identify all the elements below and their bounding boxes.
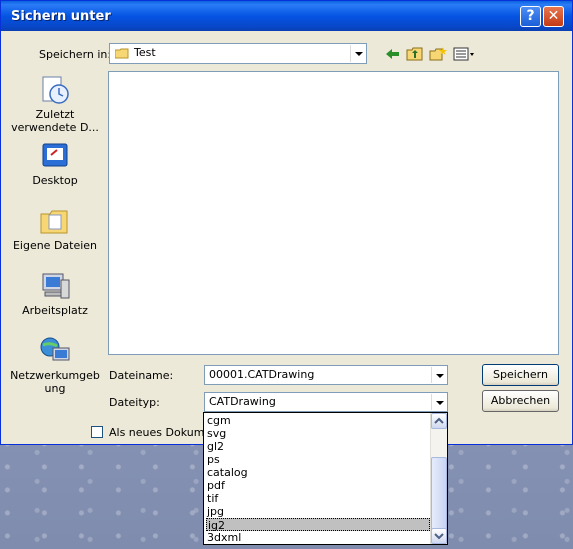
filetype-value: CATDrawing (209, 395, 276, 408)
chevron-up-icon (434, 417, 444, 424)
cancel-button[interactable]: Abbrechen (482, 390, 559, 412)
save-in-label: Speichern in: (39, 48, 112, 61)
filename-label: Dateiname: (109, 369, 174, 382)
dropdown-option-selected[interactable]: ig2 (206, 518, 430, 532)
chevron-down-icon (434, 533, 444, 540)
scroll-up-button[interactable] (431, 413, 447, 429)
window-title: Sichern unter (11, 9, 111, 24)
save-in-combobox[interactable]: Test (109, 43, 367, 64)
scroll-thumb[interactable] (431, 457, 447, 531)
filetype-select[interactable]: CATDrawing (204, 392, 448, 412)
dropdown-option[interactable]: ps (206, 453, 430, 466)
help-button[interactable]: ? (520, 6, 541, 27)
dropdown-option[interactable]: 3dxml (206, 531, 430, 544)
place-my-computer[interactable]: Arbeitsplatz (9, 271, 101, 317)
scroll-down-button[interactable] (431, 528, 447, 544)
chevron-down-icon[interactable] (350, 45, 365, 62)
my-computer-icon (39, 271, 71, 301)
dropdown-option[interactable]: catalog (206, 466, 430, 479)
place-label: Desktop (32, 174, 78, 187)
my-documents-icon (39, 206, 71, 236)
filename-input[interactable]: 00001.CATDrawing (204, 365, 448, 385)
place-my-documents[interactable]: Eigene Dateien (9, 206, 101, 252)
cancel-button-label: Abbrechen (490, 394, 551, 407)
new-folder-icon[interactable] (429, 46, 447, 62)
file-list[interactable] (108, 71, 559, 355)
filetype-label: Dateityp: (109, 396, 160, 409)
chevron-down-icon[interactable] (431, 394, 446, 410)
place-recent[interactable]: Zuletzt verwendete D... (9, 75, 101, 134)
save-button-label: Speichern (493, 368, 548, 381)
dropdown-scrollbar[interactable] (430, 413, 447, 544)
recent-documents-icon (39, 75, 71, 105)
filetype-dropdown-list[interactable]: cgm svg gl2 ps catalog pdf tif jpg ig2 3… (203, 412, 448, 545)
dropdown-option[interactable]: tif (206, 492, 430, 505)
place-label: Netzwerkumgebung (10, 369, 100, 395)
dropdown-option[interactable]: gl2 (206, 440, 430, 453)
view-menu-icon[interactable] (453, 46, 475, 62)
up-folder-icon[interactable] (406, 46, 424, 62)
place-desktop[interactable]: Desktop (9, 141, 101, 187)
new-document-checkbox[interactable] (91, 426, 103, 438)
filename-value: 00001.CATDrawing (209, 368, 315, 381)
new-document-label: Als neues Dokumen (109, 426, 219, 439)
dropdown-option[interactable]: pdf (206, 479, 430, 492)
title-bar[interactable]: Sichern unter ? ✕ (1, 1, 572, 31)
save-in-value: Test (134, 46, 156, 59)
dropdown-option[interactable]: cgm (206, 414, 430, 427)
close-button[interactable]: ✕ (543, 6, 564, 27)
place-label: Zuletzt verwendete D... (11, 108, 99, 134)
place-label: Eigene Dateien (12, 239, 98, 252)
place-label: Arbeitsplatz (22, 304, 88, 317)
save-as-dialog: Sichern unter ? ✕ Speichern in: Test Zul… (0, 0, 573, 445)
network-places-icon (39, 336, 71, 366)
dropdown-option[interactable]: svg (206, 427, 430, 440)
dropdown-option[interactable]: jpg (206, 505, 430, 518)
desktop-icon (39, 141, 71, 171)
place-network[interactable]: Netzwerkumgebung (9, 336, 101, 395)
folder-icon (114, 48, 129, 59)
save-button[interactable]: Speichern (482, 364, 559, 386)
back-arrow-icon[interactable] (384, 46, 402, 62)
chevron-down-icon[interactable] (431, 367, 446, 383)
